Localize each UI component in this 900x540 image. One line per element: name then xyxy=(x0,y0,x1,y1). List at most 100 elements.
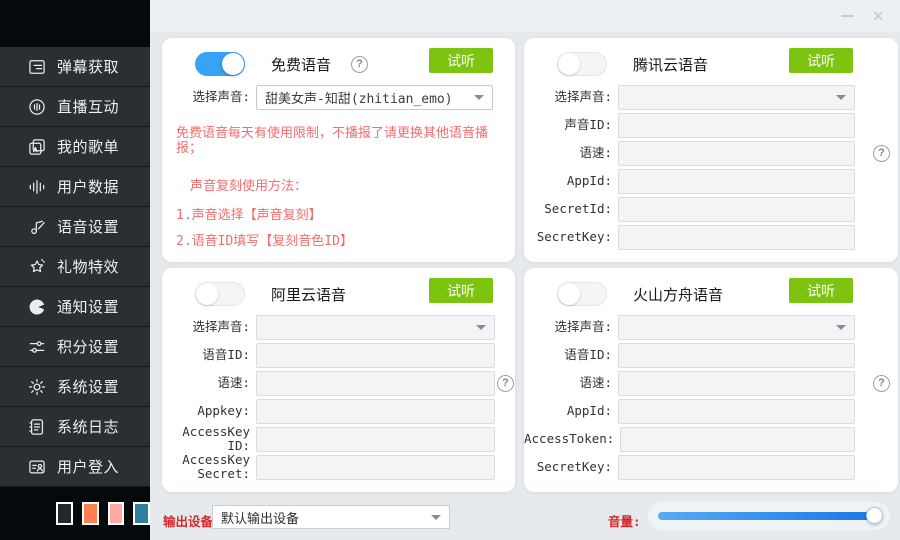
sidebar-item-label: 通知设置 xyxy=(57,296,119,317)
field-label: SecretKey: xyxy=(524,460,618,474)
sidebar-item-userdata[interactable]: 用户数据 xyxy=(0,167,150,207)
help-icon[interactable]: ? xyxy=(873,145,890,162)
panel-title: 腾讯云语音 xyxy=(633,54,708,75)
field-label: SecretId: xyxy=(524,202,618,216)
sidebar-item-label: 系统日志 xyxy=(57,416,119,437)
field-row: 选择声音: xyxy=(162,315,495,339)
sidebar-item-label: 用户登入 xyxy=(57,456,119,477)
sidebar-logo-area xyxy=(0,0,150,47)
sidebar-item-gift[interactable]: 礼物特效 xyxy=(0,247,150,287)
field-row: 语速:? xyxy=(162,371,495,395)
help-icon[interactable]: ? xyxy=(873,375,890,392)
sidebar-item-danmaku[interactable]: 弹幕获取 xyxy=(0,47,150,87)
appkey-input[interactable] xyxy=(256,399,495,424)
field-label: 语音ID: xyxy=(162,348,256,362)
voice-id-input[interactable] xyxy=(618,343,855,368)
volume-thumb[interactable] xyxy=(866,507,883,524)
volume-label: 音量: xyxy=(608,511,641,530)
star-sparkle-icon xyxy=(27,257,47,277)
app-window: 弹幕获取直播互动我的歌单用户数据语音设置礼物特效通知设置积分设置系统设置系统日志… xyxy=(0,0,900,540)
accesskey-id-input[interactable] xyxy=(256,427,495,452)
aliyun-fields: 选择声音:语音ID:语速:?Appkey:AccessKey ID:Access… xyxy=(162,315,515,479)
theme-swatches xyxy=(0,487,150,540)
theme-teal[interactable] xyxy=(133,502,150,525)
theme-pink[interactable] xyxy=(108,502,125,525)
volume-fill xyxy=(658,512,880,520)
sidebar-item-label: 礼物特效 xyxy=(57,256,119,277)
field-row: Appkey: xyxy=(162,399,495,423)
accesstoken-input[interactable] xyxy=(620,427,855,452)
sidebar-item-voice[interactable]: 语音设置 xyxy=(0,207,150,247)
field-row: 语速:? xyxy=(524,371,855,395)
sidebar-item-notify[interactable]: 通知设置 xyxy=(0,287,150,327)
theme-orange[interactable] xyxy=(82,502,99,525)
panel-title: 免费语音 xyxy=(271,54,331,75)
speed-input[interactable] xyxy=(618,141,855,166)
chevron-down-icon xyxy=(836,325,846,330)
field-row: 语速:? xyxy=(524,141,855,165)
speed-input[interactable] xyxy=(618,371,855,396)
close-button[interactable]: ✕ xyxy=(872,9,884,23)
danmaku-icon xyxy=(27,57,47,77)
output-device-select[interactable]: 默认输出设备 xyxy=(212,505,450,529)
field-row: 选择声音: 甜美女声-知甜(zhitian_emo) xyxy=(162,85,493,109)
gear-icon xyxy=(27,377,47,397)
field-label: SecretKey: xyxy=(524,230,618,244)
appid-input[interactable] xyxy=(618,399,855,424)
titlebar: ✕ xyxy=(150,0,900,32)
field-row: SecretId: xyxy=(524,197,855,221)
aliyun-voice-toggle[interactable] xyxy=(195,282,245,306)
field-label: 选择声音: xyxy=(162,320,256,334)
voice-clone-step-2: 2.语音ID填写【复刻音色ID】 xyxy=(176,235,505,250)
listen-button[interactable]: 试听 xyxy=(789,278,853,303)
sidebar: 弹幕获取直播互动我的歌单用户数据语音设置礼物特效通知设置积分设置系统设置系统日志… xyxy=(0,0,150,540)
field-label: AccessKey ID: xyxy=(162,425,256,453)
sidebar-item-live[interactable]: 直播互动 xyxy=(0,87,150,127)
volcano-voice-toggle[interactable] xyxy=(557,282,607,306)
voice-id-input[interactable] xyxy=(256,343,495,368)
voice-clone-step-1: 1.声音选择【声音复刻】 xyxy=(176,209,505,224)
field-row: AppId: xyxy=(524,169,855,193)
minimize-button[interactable] xyxy=(841,15,854,17)
field-label: 选择声音: xyxy=(524,90,618,104)
listen-button[interactable]: 试听 xyxy=(789,48,853,73)
chevron-down-icon xyxy=(431,515,441,520)
voice-select[interactable] xyxy=(256,315,495,340)
sidebar-item-points[interactable]: 积分设置 xyxy=(0,327,150,367)
tencent-fields: 选择声音:声音ID:语速:?AppId:SecretId:SecretKey: xyxy=(524,85,898,249)
voice-id-input[interactable] xyxy=(618,113,855,138)
sidebar-item-label: 语音设置 xyxy=(57,216,119,237)
sidebar-item-playlist[interactable]: 我的歌单 xyxy=(0,127,150,167)
field-row: SecretKey: xyxy=(524,455,855,479)
tencent-voice-toggle[interactable] xyxy=(557,52,607,76)
user-card-icon xyxy=(27,457,47,477)
field-row: AccessToken: xyxy=(524,427,855,451)
sidebar-item-login[interactable]: 用户登入 xyxy=(0,447,150,487)
field-label: AccessKey Secret: xyxy=(162,453,256,481)
secretid-input[interactable] xyxy=(618,197,855,222)
sliders-icon xyxy=(27,337,47,357)
listen-button[interactable]: 试听 xyxy=(429,48,493,73)
sidebar-item-system[interactable]: 系统设置 xyxy=(0,367,150,407)
speed-input[interactable] xyxy=(256,371,495,396)
appid-input[interactable] xyxy=(618,169,855,194)
theme-dark[interactable] xyxy=(56,502,73,525)
help-icon[interactable]: ? xyxy=(497,375,514,392)
volcano-fields: 选择声音:语音ID:语速:?AppId:AccessToken:SecretKe… xyxy=(524,315,898,479)
field-row: 语音ID: xyxy=(524,343,855,367)
secretkey-input[interactable] xyxy=(618,225,855,250)
secretkey-input[interactable] xyxy=(618,455,855,480)
voice-select[interactable] xyxy=(618,315,855,340)
free-voice-toggle[interactable] xyxy=(195,52,245,76)
sidebar-item-label: 直播互动 xyxy=(57,96,119,117)
voice-select[interactable] xyxy=(618,85,855,110)
free-voice-header: 免费语音 ? 试听 xyxy=(162,38,515,78)
sidebar-item-label: 用户数据 xyxy=(57,176,119,197)
listen-button[interactable]: 试听 xyxy=(429,278,493,303)
voice-select[interactable]: 甜美女声-知甜(zhitian_emo) xyxy=(256,85,493,110)
volume-track[interactable] xyxy=(658,512,880,520)
accesskey-secret-input[interactable] xyxy=(256,455,495,480)
help-icon[interactable]: ? xyxy=(351,56,368,73)
sidebar-item-logs[interactable]: 系统日志 xyxy=(0,407,150,447)
field-label: 语速: xyxy=(162,376,256,390)
